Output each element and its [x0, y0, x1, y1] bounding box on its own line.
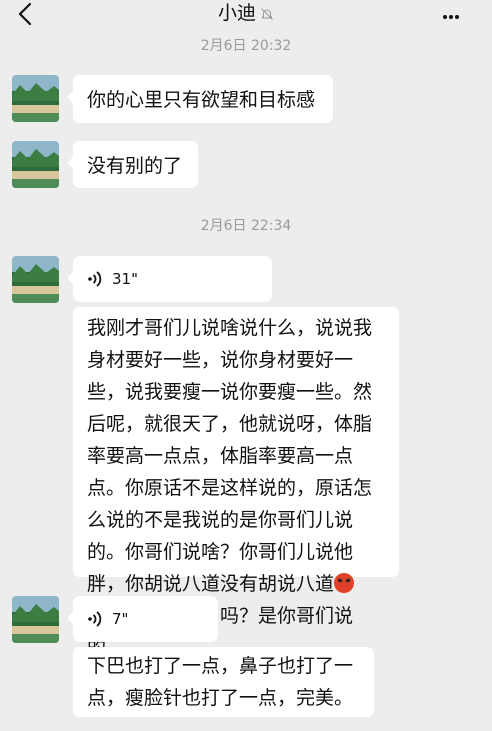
- more-dots-icon[interactable]: [442, 4, 464, 22]
- message-text: 没有别的了: [87, 155, 183, 177]
- voice-duration: 7": [112, 610, 129, 628]
- message-line: 率要高一点点，体脂率要高一点: [87, 445, 354, 467]
- voice-wave-icon: [88, 271, 102, 287]
- voice-message-bubble[interactable]: 31": [67, 256, 272, 302]
- voice-duration: 31": [112, 270, 138, 288]
- message-line: 胖，你胡说八道没有胡说八道: [87, 573, 335, 595]
- avatar[interactable]: [12, 141, 59, 188]
- message-text: 你的心里只有欲望和目标感: [87, 89, 316, 111]
- chat-header: 小迪: [0, 0, 492, 30]
- timestamp: 2月6日 22:34: [200, 218, 292, 234]
- avatar[interactable]: [12, 596, 59, 643]
- voice-message-bubble[interactable]: 7": [67, 596, 218, 642]
- message-line: 些，说我要瘦一说你要瘦一些。然: [87, 381, 373, 403]
- chat-title: 小迪: [217, 2, 256, 24]
- message-bubble[interactable]: 没有别的了: [67, 141, 198, 188]
- message-line: 点，瘦脸针也打了一点，完美。: [87, 687, 354, 709]
- timestamp: 2月6日 20:32: [200, 38, 292, 54]
- message-bubble[interactable]: 你的心里只有欲望和目标感: [67, 75, 333, 123]
- message-line: 下巴也打了一点，鼻子也打了一: [87, 655, 354, 677]
- message-line: 我刚才哥们儿说啥说什么，说说我: [87, 317, 373, 339]
- transcript-bubble[interactable]: 下巴也打了一点，鼻子也打了一 点，瘦脸针也打了一点，完美。: [73, 647, 374, 717]
- avatar[interactable]: [12, 256, 59, 303]
- bell-off-icon: [261, 7, 273, 20]
- message-line: 点。你原话不是这样说的，原话怎: [87, 477, 373, 499]
- angry-face-emoji: [334, 573, 355, 593]
- message-line: 么说的不是我说的是你哥们儿说: [87, 509, 354, 531]
- avatar[interactable]: [12, 75, 59, 122]
- voice-wave-icon: [88, 611, 102, 627]
- message-line: 的。你哥们说啥？你哥们儿说他: [87, 541, 354, 563]
- message-line: 后呢，就很天了，他就说呀，体脂: [87, 413, 373, 435]
- transcript-bubble[interactable]: 我刚才哥们儿说啥说什么，说说我 身材要好一些，说你身材要好一 些，说我要瘦一说你…: [73, 307, 399, 659]
- message-line: 身材要好一些，说你身材要好一: [87, 349, 354, 371]
- chat-title-wrap: 小迪: [0, 2, 492, 24]
